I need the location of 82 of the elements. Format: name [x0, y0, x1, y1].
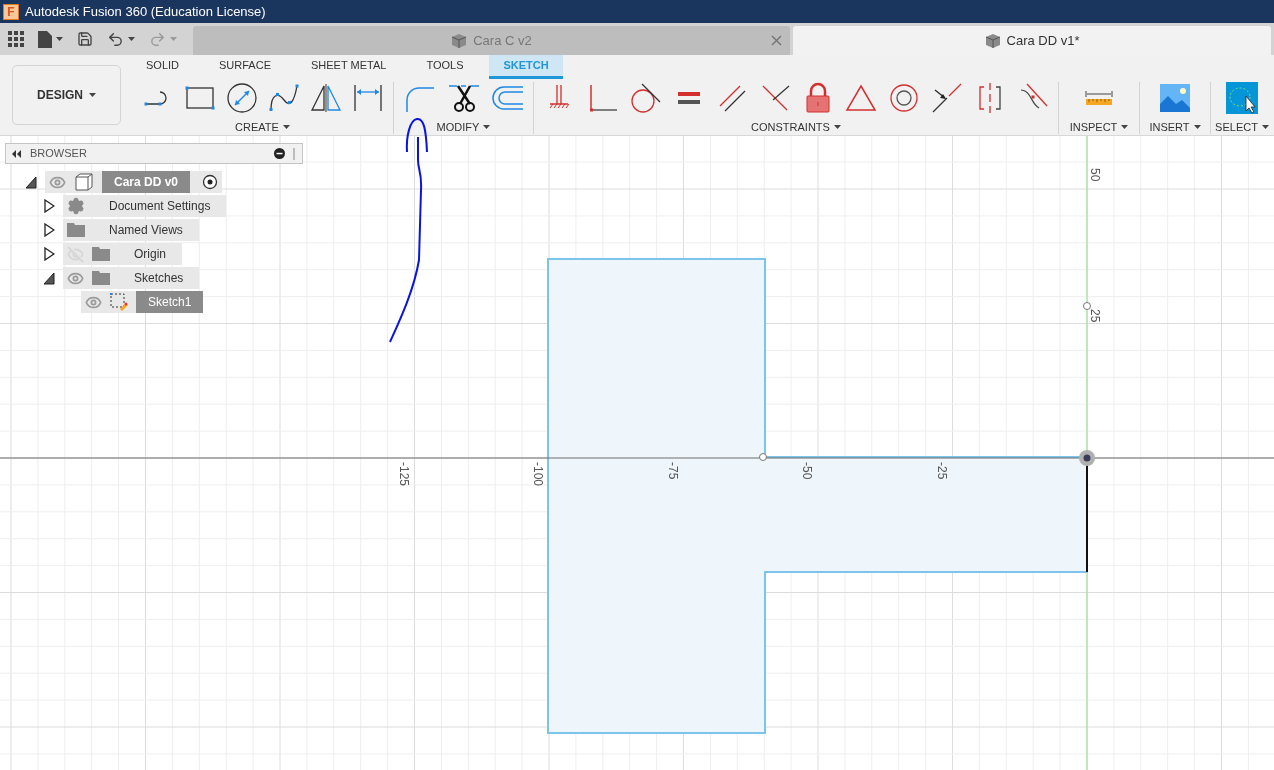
select-icon[interactable]: [1226, 82, 1258, 114]
caret-icon: [128, 37, 135, 41]
minus-circle-icon[interactable]: [274, 148, 285, 159]
tool-group-menu[interactable]: SELECT: [1215, 119, 1269, 136]
axis-label: -25: [934, 462, 949, 480]
browser-item[interactable]: Sketches: [63, 267, 200, 289]
item-label: Sketch1: [136, 291, 204, 313]
file-menu-button[interactable]: [38, 30, 63, 48]
caret-icon: [833, 125, 841, 130]
circle-icon[interactable]: [225, 82, 258, 114]
cube-icon: [74, 173, 94, 191]
browser-item[interactable]: Document Settings: [63, 195, 227, 217]
browser-title: BROWSER: [30, 146, 88, 162]
workspace-button[interactable]: DESIGN: [12, 65, 121, 125]
item-label: Origin: [133, 246, 167, 263]
cube-icon: [984, 32, 1001, 49]
expand-triangle-icon[interactable]: [43, 247, 55, 261]
spline-icon[interactable]: [267, 82, 300, 114]
item-label: Cara DD v0: [102, 171, 191, 193]
folder-icon: [92, 247, 110, 261]
scissors-icon[interactable]: [447, 82, 480, 114]
caret-icon: [89, 93, 96, 97]
origin-point[interactable]: [1079, 450, 1095, 466]
expand-triangle-icon[interactable]: [43, 223, 55, 237]
radio-icon[interactable]: [202, 174, 219, 190]
cube-icon: [451, 32, 468, 49]
undo-icon: [107, 30, 124, 48]
axis-label: 50: [1088, 168, 1102, 182]
tangent-icon[interactable]: [629, 82, 662, 114]
item-label: Document Settings: [108, 198, 212, 215]
window-title: Autodesk Fusion 360 (Education License): [25, 2, 266, 21]
coincident-icon[interactable]: [930, 82, 963, 114]
toolbar-tab[interactable]: SURFACE: [205, 55, 285, 79]
caret-icon: [282, 125, 290, 130]
tool-group-menu[interactable]: MODIFY: [436, 119, 491, 136]
toolbar-tab[interactable]: SOLID: [132, 55, 193, 79]
tool-group-menu[interactable]: INSPECT: [1069, 119, 1129, 136]
caret-icon: [1121, 125, 1129, 130]
axis-label: 25: [1088, 309, 1102, 323]
undo-button[interactable]: [107, 30, 135, 48]
axis-label: -100: [531, 462, 545, 487]
item-label: Named Views: [108, 222, 184, 239]
collapse-triangle-icon[interactable]: [25, 175, 37, 189]
browser-item[interactable]: Named Views: [63, 219, 199, 241]
item-label: Sketches: [133, 270, 185, 287]
browser-item[interactable]: Origin: [63, 243, 182, 265]
toolbar-tab[interactable]: TOOLS: [412, 55, 478, 79]
save-icon[interactable]: [77, 31, 93, 47]
expand-triangle-icon[interactable]: [43, 199, 55, 213]
triangle-icon[interactable]: [844, 82, 877, 114]
tool-group-menu[interactable]: INSERT: [1149, 119, 1201, 136]
tool-group-menu[interactable]: CONSTRAINTS: [751, 119, 841, 136]
gear-icon: [67, 197, 85, 215]
tab-label: Cara DD v1*: [1006, 31, 1080, 50]
sketch-point[interactable]: [759, 453, 767, 461]
document-tab[interactable]: Cara DD v1*: [793, 26, 1271, 55]
folder-icon: [92, 271, 110, 285]
mirror-icon[interactable]: [309, 82, 342, 114]
toolbar-tab[interactable]: SHEET METAL: [297, 55, 401, 79]
caret-icon: [1193, 125, 1201, 130]
collapse-panel-icon[interactable]: [12, 149, 22, 158]
folder-icon: [67, 223, 85, 237]
caret-icon: [170, 37, 177, 41]
dimension-icon[interactable]: [351, 82, 384, 114]
pin-handle-icon[interactable]: [293, 147, 296, 160]
apps-grid-icon[interactable]: [8, 31, 24, 47]
app-logo: F: [3, 3, 19, 20]
sketch-icon: [110, 293, 128, 311]
caret-icon: [1261, 125, 1269, 130]
sketch-point[interactable]: [1083, 302, 1091, 310]
caret-icon: [483, 125, 491, 130]
tab-label: Cara C v2: [473, 31, 532, 50]
file-icon: [38, 30, 52, 48]
caret-icon: [56, 37, 63, 41]
concentric-icon[interactable]: [887, 82, 920, 114]
axis-label: -50: [800, 462, 814, 480]
redo-icon: [149, 30, 166, 48]
axis-label: -75: [665, 462, 680, 480]
collapse-triangle-icon[interactable]: [43, 271, 55, 285]
tool-group-menu[interactable]: CREATE: [235, 119, 290, 136]
axis-label: -125: [396, 462, 411, 487]
image-icon[interactable]: [1159, 82, 1191, 114]
